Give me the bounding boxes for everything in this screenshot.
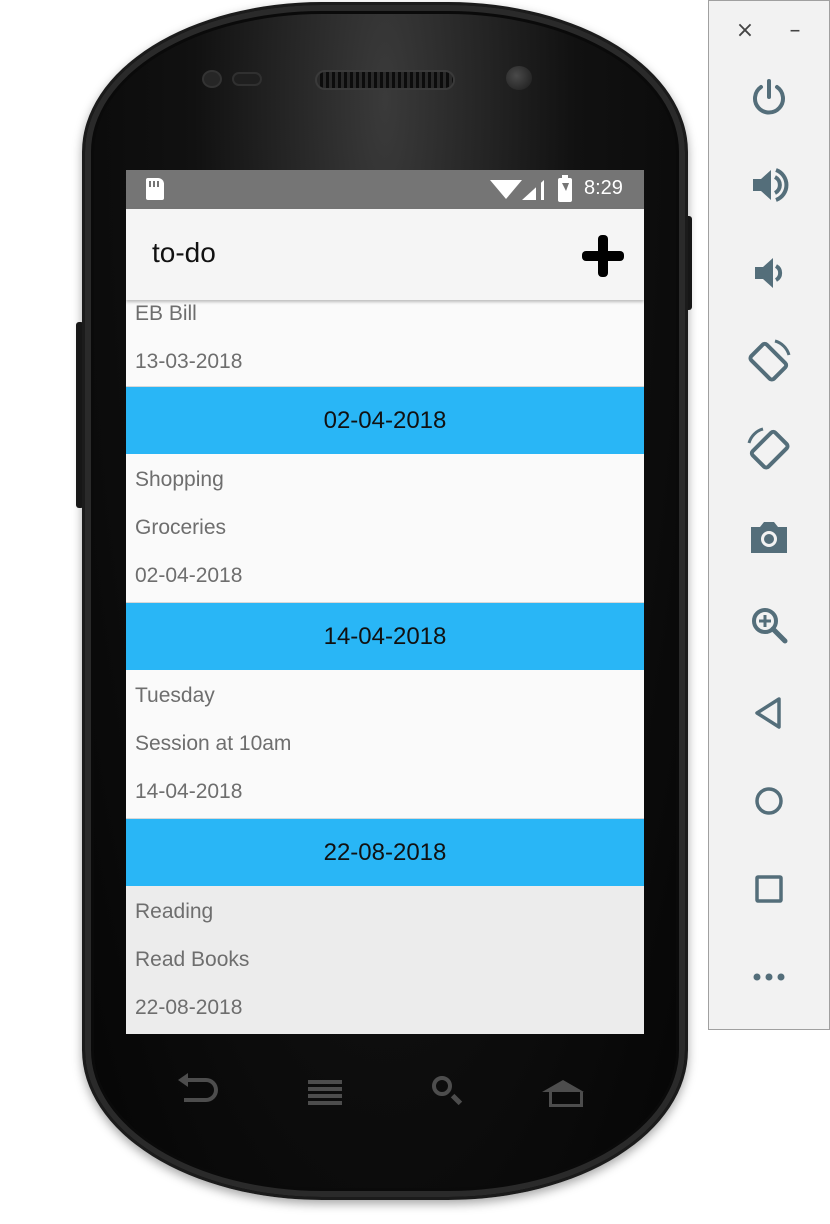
item-date: 22-08-2018 — [135, 996, 243, 1019]
proximity-sensor — [202, 70, 222, 88]
front-camera — [506, 66, 532, 90]
menu-icon — [308, 1080, 342, 1084]
volume-up-button[interactable] — [745, 161, 793, 209]
item-title: Shopping — [135, 468, 224, 491]
camera-icon — [751, 522, 787, 553]
section-date-header: 02-04-2018 — [126, 387, 644, 454]
list-item[interactable]: Shopping Groceries 02-04-2018 — [126, 454, 644, 603]
power-icon — [753, 79, 785, 115]
item-title: Reading — [135, 900, 214, 923]
back-icon — [755, 697, 781, 729]
add-todo-icon[interactable] — [582, 235, 624, 277]
section-date-header: 22-08-2018 — [126, 819, 644, 886]
date-section: 22-08-2018 Reading Read Books 22-08-2018 — [126, 819, 644, 1034]
status-bar: 8:29 — [126, 170, 644, 209]
rotate-left-icon — [748, 339, 791, 382]
todo-list[interactable]: EB Bill 13-03-2018 02-04-2018 Shopping G… — [126, 300, 644, 1034]
item-date: 13-03-2018 — [135, 350, 243, 373]
device-screen: 8:29 to-do EB Bill 13-03-2018 02-04-2018… — [126, 170, 644, 1034]
item-description: Session at 10am — [135, 732, 292, 755]
sd-card-icon — [146, 178, 164, 200]
home-icon — [542, 1080, 584, 1107]
minimize-window-button[interactable]: – — [783, 17, 807, 45]
hw-menu-key[interactable] — [300, 1066, 350, 1116]
back-button[interactable] — [745, 689, 793, 737]
search-icon — [432, 1076, 452, 1096]
item-title: EB Bill — [135, 302, 197, 325]
earpiece-speaker — [315, 70, 455, 90]
item-title: Tuesday — [135, 684, 215, 707]
date-section: 02-04-2018 Shopping Groceries 02-04-2018 — [126, 387, 644, 603]
hw-back-key[interactable] — [176, 1066, 226, 1116]
volume-down-icon — [755, 258, 783, 288]
list-item[interactable]: Reading Read Books 22-08-2018 — [126, 886, 644, 1034]
list-item[interactable]: EB Bill 13-03-2018 — [126, 300, 644, 387]
item-description: Read Books — [135, 948, 250, 971]
list-item[interactable]: Tuesday Session at 10am 14-04-2018 — [126, 670, 644, 819]
power-button[interactable] — [745, 73, 793, 121]
more-icon — [753, 973, 785, 981]
back-arrow-icon — [178, 1073, 218, 1102]
home-icon — [755, 787, 783, 815]
volume-down-button[interactable] — [745, 249, 793, 297]
status-clock: 8:29 — [584, 177, 623, 199]
hw-search-key[interactable] — [422, 1066, 472, 1116]
rotate-right-button[interactable] — [745, 425, 793, 473]
item-date: 14-04-2018 — [135, 780, 243, 803]
wifi-icon — [490, 180, 522, 199]
item-description: Groceries — [135, 516, 227, 539]
overview-button[interactable] — [745, 865, 793, 913]
light-sensor — [232, 72, 262, 86]
zoom-icon — [752, 608, 788, 644]
screenshot-button[interactable] — [745, 513, 793, 561]
date-section: 14-04-2018 Tuesday Session at 10am 14-04… — [126, 603, 644, 819]
close-window-button[interactable]: × — [733, 17, 757, 45]
section-date-header: 14-04-2018 — [126, 603, 644, 670]
home-button[interactable] — [745, 777, 793, 825]
app-bar: to-do — [126, 209, 644, 300]
volume-up-icon — [753, 168, 789, 202]
rotate-left-button[interactable] — [745, 337, 793, 385]
rotate-right-icon — [747, 427, 790, 470]
phone-hardware-keys — [170, 1066, 590, 1116]
item-date: 02-04-2018 — [135, 564, 243, 587]
emulator-toolbar: × – — [708, 0, 830, 1030]
battery-charging-icon — [558, 175, 572, 202]
hw-home-key[interactable] — [538, 1066, 588, 1116]
more-button[interactable] — [745, 953, 793, 1001]
overview-icon — [755, 875, 783, 903]
cell-signal-icon — [522, 180, 544, 200]
zoom-button[interactable] — [745, 601, 793, 649]
app-title: to-do — [152, 237, 216, 268]
